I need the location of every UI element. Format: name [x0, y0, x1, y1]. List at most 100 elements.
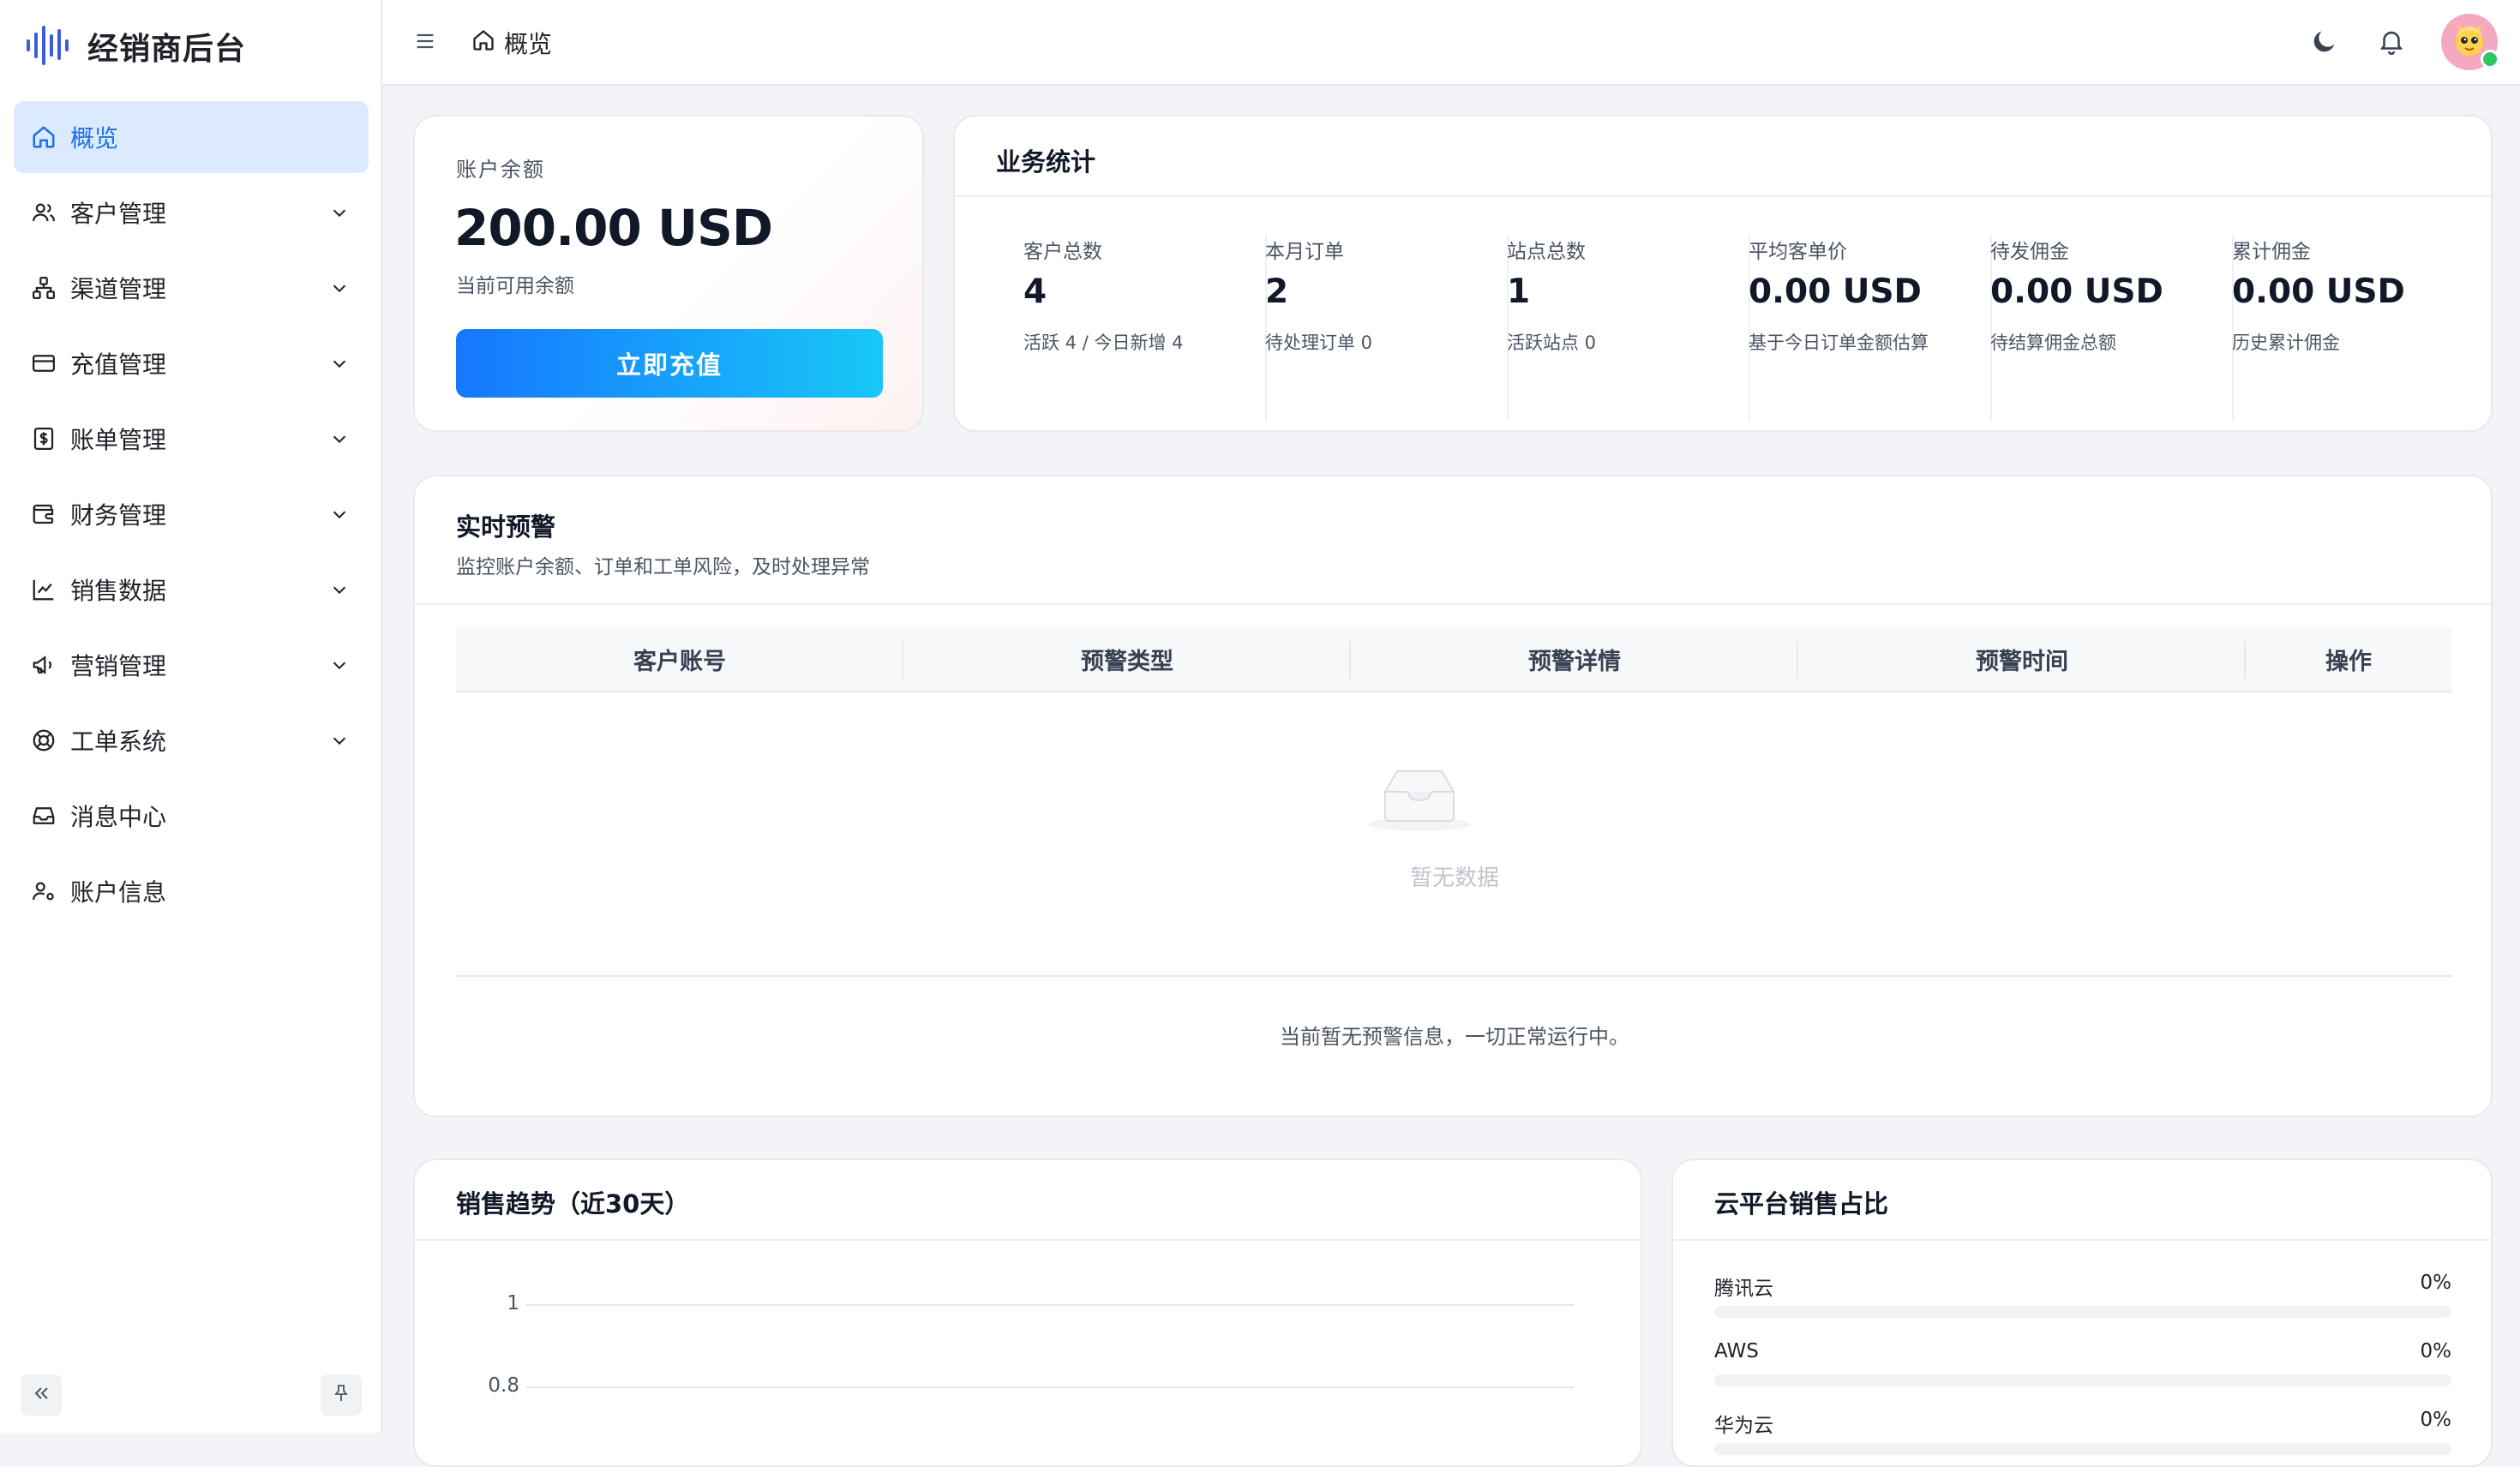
- stat-label: 累计佣金: [2232, 241, 2311, 263]
- y-tick-label: 1: [507, 1292, 519, 1314]
- balance-subtitle: 当前可用余额: [456, 275, 574, 297]
- stat-label: 本月订单: [1265, 241, 1344, 263]
- stat-value: 0.00 USD: [1749, 272, 1922, 311]
- chart-line-icon: [29, 575, 58, 604]
- sidebar-item-label: 工单系统: [70, 728, 167, 756]
- gridline: [526, 1386, 1574, 1388]
- sidebar-item-messages[interactable]: 消息中心: [14, 780, 369, 852]
- column-header-alert-time[interactable]: 预警时间: [1798, 627, 2246, 691]
- column-label: 客户账号: [633, 648, 726, 675]
- share-name: 腾讯云: [1714, 1278, 1773, 1300]
- stat-sub: 待结算佣金总额: [1990, 332, 2116, 353]
- share-progress-track: [1714, 1443, 2451, 1455]
- sidebar-item-label: 渠道管理: [70, 275, 167, 303]
- channel-icon: [29, 273, 58, 302]
- sidebar-item-label: 客户管理: [70, 200, 167, 228]
- share-name: AWS: [1714, 1340, 1759, 1362]
- breadcrumb[interactable]: 概览: [471, 24, 552, 62]
- menu-toggle-button[interactable]: [408, 26, 442, 60]
- alerts-table-header: 客户账号 预警类型 预警详情 预警时间 操作: [456, 627, 2451, 692]
- card-subtitle: 监控账户余额、订单和工单风险，及时处理异常: [456, 556, 870, 578]
- stat-value: 1: [1507, 272, 1531, 311]
- sidebar-item-tickets[interactable]: 工单系统: [14, 704, 369, 776]
- alerts-footer-text: 当前暂无预警信息，一切正常运行中。: [1280, 1025, 1629, 1049]
- balance-value: 200.00 USD: [454, 199, 773, 257]
- empty-state-text: 暂无数据: [1409, 865, 1499, 891]
- chevron-down-icon: [327, 728, 351, 752]
- stat-value: 2: [1265, 272, 1289, 311]
- chevron-down-icon: [327, 578, 351, 602]
- inbox-icon: [29, 801, 58, 830]
- chevron-down-icon: [327, 351, 351, 375]
- card-divider: [415, 1239, 1641, 1241]
- sidebar-item-overview[interactable]: 概览: [14, 101, 369, 173]
- share-progress-track: [1714, 1374, 2451, 1386]
- home-icon: [471, 28, 495, 58]
- stat-customers: 客户总数 4 活跃 4 / 今日新增 4: [1023, 235, 1267, 422]
- bell-icon: [2377, 27, 2406, 59]
- sidebar-item-label: 营销管理: [70, 652, 167, 680]
- lifebuoy-icon: [29, 726, 58, 755]
- sidebar-item-account[interactable]: 账户信息: [14, 855, 369, 927]
- recharge-button[interactable]: 立即充值: [456, 329, 883, 398]
- sidebar-nav: 概览 客户管理 渠道管理 充值管理 账单管理 财务管理 销售数据 营销管理 工单…: [14, 101, 369, 931]
- share-name: 华为云: [1714, 1415, 1773, 1437]
- column-header-alert-detail[interactable]: 预警详情: [1351, 627, 1798, 691]
- column-header-actions[interactable]: 操作: [2246, 627, 2451, 691]
- megaphone-icon: [29, 650, 58, 680]
- stat-monthly-orders: 本月订单 2 待处理订单 0: [1265, 235, 1509, 422]
- column-label: 预警类型: [1081, 648, 1173, 675]
- stat-sub: 历史累计佣金: [2232, 332, 2340, 353]
- pin-sidebar-button[interactable]: [321, 1374, 362, 1416]
- card-divider: [1673, 1239, 2491, 1241]
- card-title: 实时预警: [456, 512, 556, 542]
- stat-label: 平均客单价: [1749, 241, 1847, 263]
- notifications-button[interactable]: [2373, 24, 2410, 62]
- stat-label: 待发佣金: [1990, 241, 2069, 263]
- column-header-account[interactable]: 客户账号: [456, 627, 903, 691]
- sidebar-item-recharge[interactable]: 充值管理: [14, 327, 369, 399]
- share-progress-track: [1714, 1306, 2451, 1318]
- column-header-alert-type[interactable]: 预警类型: [903, 627, 1351, 691]
- realtime-alerts-card: 实时预警 监控账户余额、订单和工单风险，及时处理异常 客户账号 预警类型 预警详…: [413, 475, 2493, 1117]
- moon-icon: [2310, 27, 2339, 59]
- pin-icon: [331, 1383, 351, 1407]
- sales-trend-card: 销售趋势（近30天） 1 0.8: [413, 1159, 1642, 1467]
- breadcrumb-current: 概览: [504, 30, 553, 58]
- column-label: 预警时间: [1976, 648, 2068, 675]
- logo-icon: [24, 21, 72, 72]
- sidebar-item-label: 消息中心: [70, 803, 167, 831]
- business-stats-card: 业务统计 客户总数 4 活跃 4 / 今日新增 4 本月订单 2 待处理订单 0…: [953, 115, 2493, 432]
- card-divider: [955, 195, 2491, 197]
- sidebar-item-sales-data[interactable]: 销售数据: [14, 554, 369, 626]
- stat-label: 客户总数: [1023, 241, 1102, 263]
- stat-label: 站点总数: [1507, 241, 1586, 263]
- sidebar: 经销商后台 概览 客户管理 渠道管理 充值管理 账单管理 财务管理 销售数据 营…: [0, 0, 382, 1433]
- user-gear-icon: [29, 877, 58, 906]
- users-icon: [29, 198, 58, 227]
- sidebar-item-label: 销售数据: [70, 577, 167, 605]
- sidebar-item-customers[interactable]: 客户管理: [14, 177, 369, 248]
- chevron-down-icon: [327, 427, 351, 451]
- balance-label: 账户余额: [456, 158, 545, 182]
- stat-sites: 站点总数 1 活跃站点 0: [1507, 235, 1750, 422]
- wallet-icon: [29, 500, 58, 529]
- top-bar: 概览: [382, 0, 2520, 86]
- y-tick-label: 0.8: [488, 1374, 519, 1397]
- bill-icon: [29, 424, 58, 453]
- chevron-down-icon: [327, 201, 351, 225]
- sidebar-item-channels[interactable]: 渠道管理: [14, 252, 369, 324]
- theme-toggle-button[interactable]: [2306, 24, 2343, 62]
- card-title: 销售趋势（近30天）: [456, 1189, 690, 1219]
- column-label: 预警详情: [1528, 648, 1621, 675]
- sidebar-item-bills[interactable]: 账单管理: [14, 403, 369, 475]
- stat-pending-commission: 待发佣金 0.00 USD 待结算佣金总额: [1990, 235, 2234, 422]
- brand[interactable]: 经销商后台: [24, 21, 246, 72]
- stat-value: 0.00 USD: [1990, 272, 2163, 311]
- collapse-sidebar-button[interactable]: [21, 1374, 62, 1416]
- avatar[interactable]: [2441, 14, 2499, 70]
- home-icon: [29, 123, 58, 152]
- sidebar-item-marketing[interactable]: 营销管理: [14, 629, 369, 701]
- sidebar-item-finance[interactable]: 财务管理: [14, 478, 369, 550]
- double-chevron-left-icon: [31, 1383, 51, 1407]
